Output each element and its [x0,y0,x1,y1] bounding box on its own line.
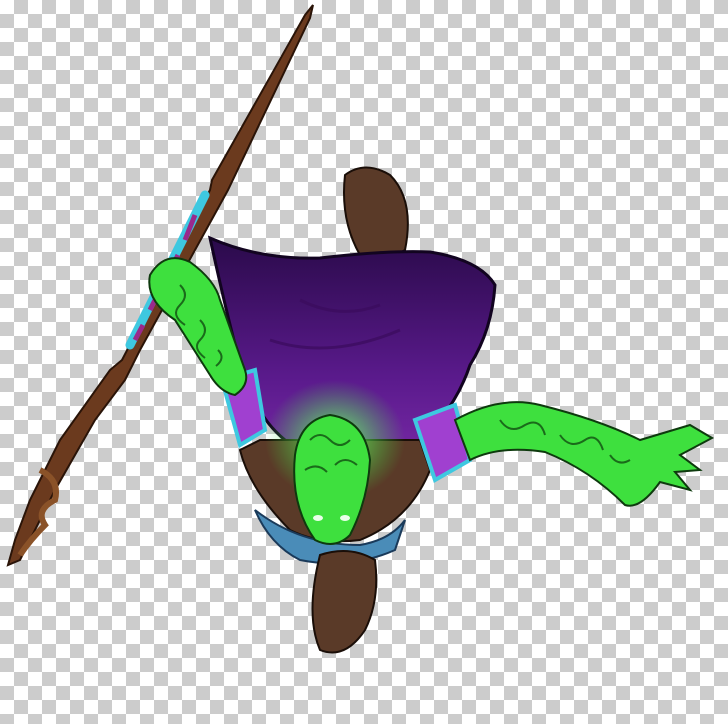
boot-bottom [311,550,378,654]
left-eye [313,515,323,521]
right-arm [453,401,715,507]
wizard-illustration [6,4,715,654]
boot-top [343,166,409,260]
right-eye [340,515,350,521]
transparency-checkerboard-background [0,0,728,724]
